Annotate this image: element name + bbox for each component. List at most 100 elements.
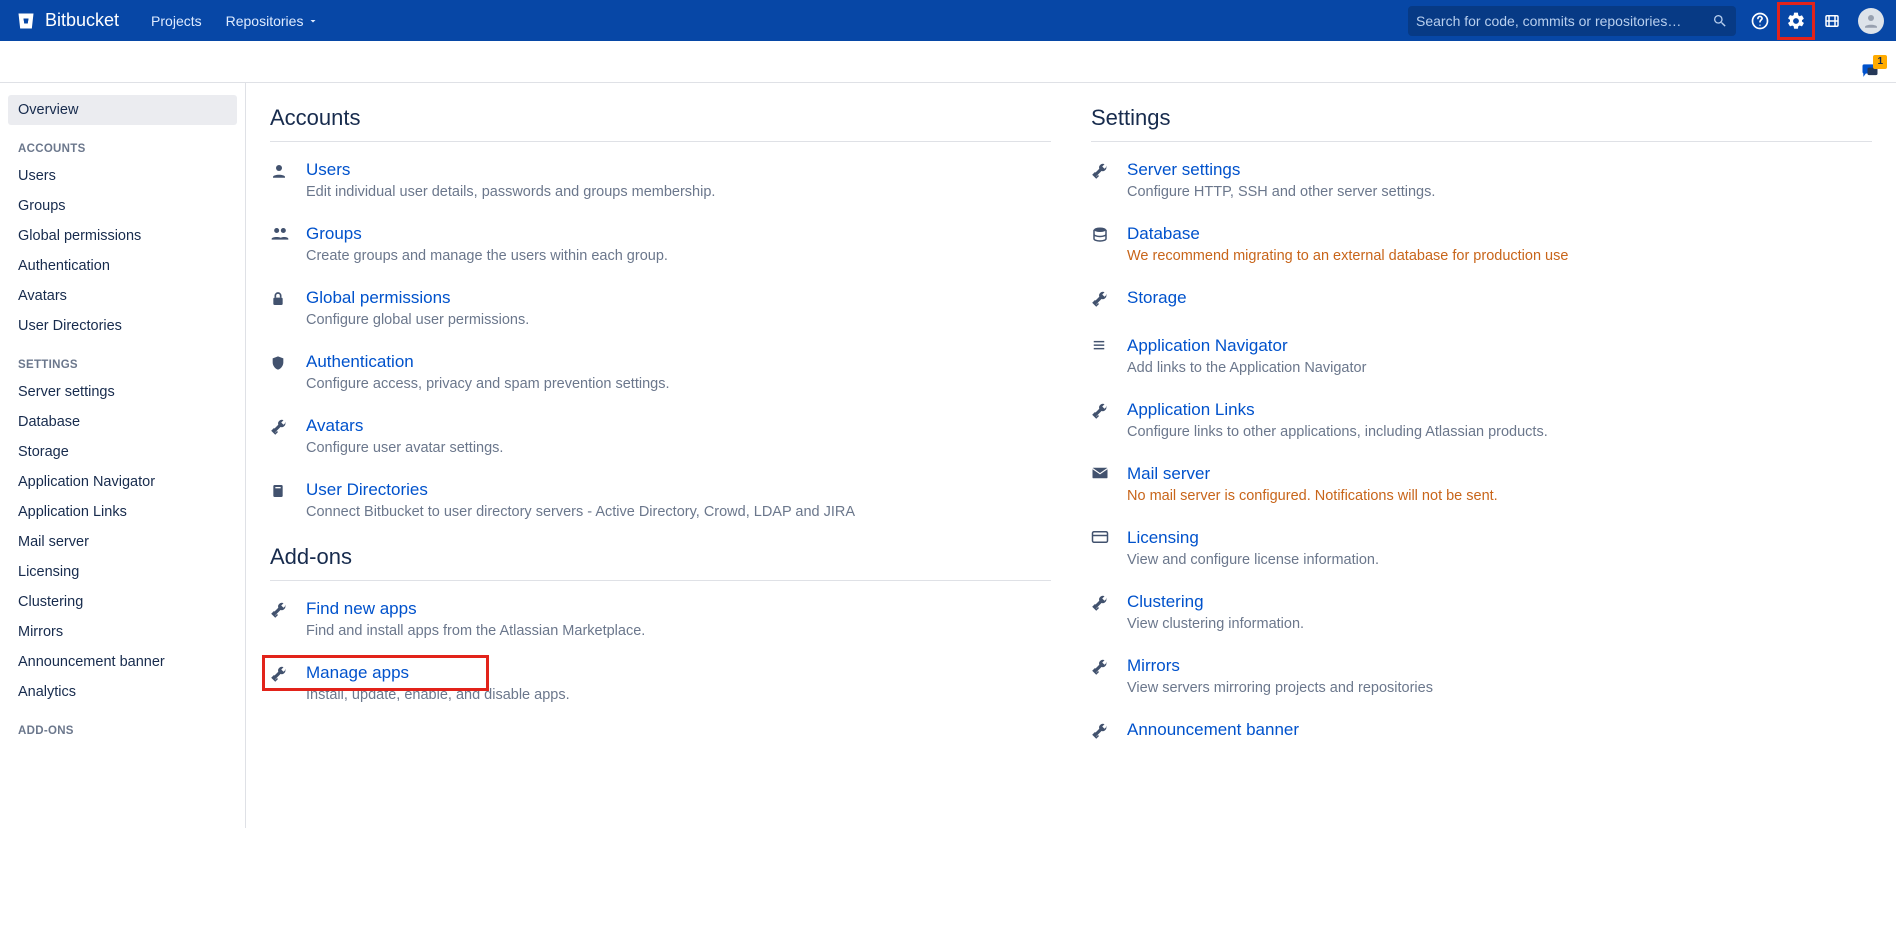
sidebar-item-mirrors[interactable]: Mirrors	[8, 617, 237, 647]
entry-database: Database We recommend migrating to an ext…	[1091, 224, 1872, 264]
sidebar-item-authentication[interactable]: Authentication	[8, 251, 237, 281]
sidebar-item-clustering[interactable]: Clustering	[8, 587, 237, 617]
entry-title-link[interactable]: Groups	[306, 224, 362, 244]
entry-title-link[interactable]: Application Links	[1127, 400, 1255, 420]
nav-projects[interactable]: Projects	[141, 5, 212, 37]
wrench-icon	[1091, 400, 1111, 440]
accounts-column: Accounts UsersEdit individual user detai…	[270, 105, 1051, 768]
entry-server-settings: Server settings Configure HTTP, SSH and o…	[1091, 160, 1872, 200]
entry-body: Global permissionsConfigure global user …	[306, 288, 529, 328]
sidebar-item-label: Application Links	[18, 504, 127, 520]
entry-title-link[interactable]: Global permissions	[306, 288, 451, 308]
sidebar-item-mail-server[interactable]: Mail server	[8, 527, 237, 557]
sidebar-item-server-settings[interactable]: Server settings	[8, 377, 237, 407]
entry-body: Mail serverNo mail server is configured.…	[1127, 464, 1498, 504]
entry-desc: View servers mirroring projects and repo…	[1127, 680, 1433, 696]
entry-title-link[interactable]: User Directories	[306, 480, 428, 500]
entry-groups: GroupsCreate groups and manage the users…	[270, 224, 1051, 264]
entry-title-link[interactable]: Avatars	[306, 416, 363, 436]
sidebar-item-application-navigator[interactable]: Application Navigator	[8, 467, 237, 497]
brand[interactable]: Bitbucket	[16, 10, 127, 31]
inbox-icon	[1823, 12, 1841, 30]
entry-body: UsersEdit individual user details, passw…	[306, 160, 715, 200]
sidebar-item-label: Server settings	[18, 384, 115, 400]
sidebar-item-user-directories[interactable]: User Directories	[8, 311, 237, 341]
entry-storage: Storage	[1091, 288, 1872, 312]
wrench-icon	[1091, 288, 1111, 312]
sidebar-item-announcement-banner[interactable]: Announcement banner	[8, 647, 237, 677]
sub-header: 1	[0, 41, 1896, 83]
feedback-count: 1	[1873, 55, 1887, 69]
sidebar-item-avatars[interactable]: Avatars	[8, 281, 237, 311]
sidebar-item-analytics[interactable]: Analytics	[8, 677, 237, 707]
entry-title-link[interactable]: Clustering	[1127, 592, 1204, 612]
wrench-icon	[270, 663, 290, 703]
entry-title-link[interactable]: Server settings	[1127, 160, 1240, 180]
sidebar-item-overview[interactable]: Overview	[8, 95, 237, 125]
mail-icon	[1091, 464, 1111, 504]
chevron-down-icon	[307, 15, 319, 27]
sidebar-section-addons: Add-ons	[8, 707, 237, 743]
entry-body: Mirrors View servers mirroring projects a…	[1127, 656, 1433, 696]
entry-desc: View clustering information.	[1127, 616, 1304, 632]
entry-title-link[interactable]: Authentication	[306, 352, 414, 372]
sidebar-item-label: Clustering	[18, 594, 83, 610]
entry-desc: Configure HTTP, SSH and other server set…	[1127, 184, 1435, 200]
sidebar-item-label: Overview	[18, 102, 78, 118]
settings-gear-button[interactable]	[1779, 4, 1813, 38]
entry-title-link[interactable]: Users	[306, 160, 350, 180]
sidebar-item-label: Groups	[18, 198, 66, 214]
book-icon	[270, 480, 290, 520]
entry-title-link[interactable]: Database	[1127, 224, 1200, 244]
entry-desc: Find and install apps from the Atlassian…	[306, 623, 645, 639]
entry-desc: Configure user avatar settings.	[306, 440, 503, 456]
sidebar-item-database[interactable]: Database	[8, 407, 237, 437]
entry-title-link[interactable]: Application Navigator	[1127, 336, 1288, 356]
wrench-icon	[1091, 160, 1111, 200]
search-box[interactable]	[1408, 6, 1736, 36]
card-icon	[1091, 528, 1111, 568]
top-nav: Bitbucket Projects Repositories	[0, 0, 1896, 41]
entry-title-link[interactable]: Mail server	[1127, 464, 1210, 484]
sidebar-item-label: Analytics	[18, 684, 76, 700]
nav-repositories[interactable]: Repositories	[216, 5, 330, 37]
help-button[interactable]	[1743, 4, 1777, 38]
sidebar-settings-group: Server settings DatabaseStorage Applicatio…	[8, 377, 237, 707]
entry-title-link[interactable]: Licensing	[1127, 528, 1199, 548]
entry-body: Clustering View clustering information.	[1127, 592, 1304, 632]
lock-icon	[270, 288, 290, 328]
sidebar-item-label: Application Navigator	[18, 474, 155, 490]
entry-title-link[interactable]: Manage apps	[306, 663, 409, 683]
settings-column: Settings Server settingsConfigure HTTP, …	[1091, 105, 1872, 768]
entry-authentication: AuthenticationConfigure access, privacy …	[270, 352, 1051, 392]
help-icon	[1750, 11, 1770, 31]
sidebar-item-label: Licensing	[18, 564, 79, 580]
search-input[interactable]	[1416, 13, 1712, 29]
entry-title-link[interactable]: Find new apps	[306, 599, 417, 619]
sidebar-item-licensing[interactable]: Licensing	[8, 557, 237, 587]
entry-title-link[interactable]: Mirrors	[1127, 656, 1180, 676]
entry-application-links: Application LinksConfigure links to othe…	[1091, 400, 1872, 440]
inbox-button[interactable]	[1815, 4, 1849, 38]
entry-title-link[interactable]: Storage	[1127, 288, 1187, 308]
accounts-heading: Accounts	[270, 105, 1051, 142]
entry-warning: We recommend migrating to an external da…	[1127, 248, 1568, 264]
nav-projects-label: Projects	[151, 13, 202, 29]
sidebar-item-storage[interactable]: Storage	[8, 437, 237, 467]
sidebar-item-users[interactable]: Users	[8, 161, 237, 191]
feedback-button[interactable]: 1	[1860, 61, 1880, 81]
profile-button[interactable]	[1851, 4, 1885, 38]
sidebar-item-label: User Directories	[18, 318, 122, 334]
sidebar-item-label: Mail server	[18, 534, 89, 550]
sidebar-item-groups[interactable]: Groups	[8, 191, 237, 221]
entry-manage-apps: Manage appsInstall, update, enable, and …	[270, 663, 1051, 703]
sidebar-item-global-permissions[interactable]: Global permissions	[8, 221, 237, 251]
entry-body: Find new apps Find and install apps from …	[306, 599, 645, 639]
entry-body: Application NavigatorAdd links to the Ap…	[1127, 336, 1366, 376]
nav-repositories-label: Repositories	[226, 13, 304, 29]
entry-title-link[interactable]: Announcement banner	[1127, 720, 1299, 740]
sidebar-item-label: Announcement banner	[18, 654, 165, 670]
sidebar-item-label: Mirrors	[18, 624, 63, 640]
sidebar-item-application-links[interactable]: Application Links	[8, 497, 237, 527]
gear-icon	[1786, 11, 1806, 31]
